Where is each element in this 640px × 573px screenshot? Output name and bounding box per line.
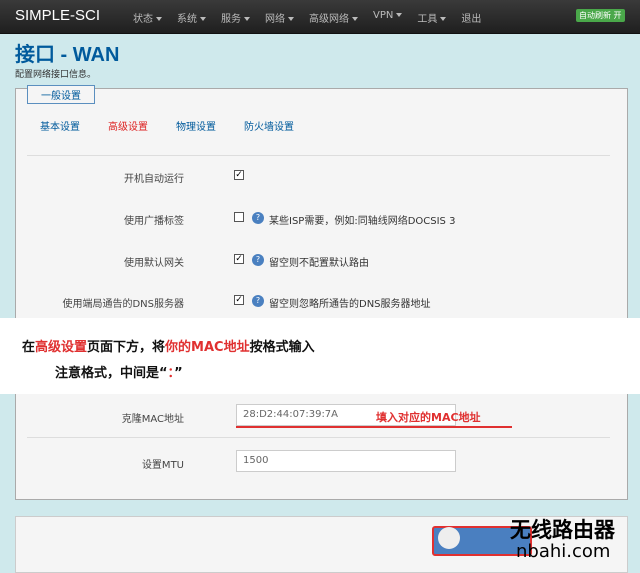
peer-dns-hint: 留空则忽略所通告的DNS服务器地址 [269,299,431,310]
help-icon: ? [252,254,264,266]
mac-annotation: 填入对应的MAC地址 [376,411,481,424]
chevron-down-icon [352,17,358,21]
tab-advanced[interactable]: 高级设置 [108,118,148,133]
instruction-banner [0,318,640,394]
instruction-line-2: 注意格式，中间是“：” [55,366,183,381]
divider [27,437,610,438]
autostart-label: 开机自动运行 [124,174,184,185]
chevron-down-icon [440,17,447,21]
page-description: 配置网络接口信息。 [15,70,97,80]
peer-dns-label: 使用端局通告的DNS服务器 [62,299,184,310]
mtu-input[interactable]: 1500 [236,450,456,472]
watermark-title: 无线路由器 [510,517,615,542]
chevron-down-icon [156,17,162,21]
divider [27,155,610,156]
tab-basic[interactable]: 基本设置 [40,118,80,133]
settings-panel [15,88,628,500]
chevron-down-icon [200,17,206,21]
chevron-down-icon [288,17,294,21]
menu-network[interactable]: 网络 [265,10,294,25]
brand-logo[interactable]: SIMPLE-SCI [15,7,100,24]
watermark-url: nbahi.com [516,541,611,562]
broadcast-flag-hint: 某些ISP需要，例如:同轴线网络DOCSIS 3 [269,216,456,227]
menu-vpn[interactable]: VPN [373,10,403,25]
default-gateway-hint: 留空则不配置默认路由 [269,258,369,269]
broadcast-flag-checkbox[interactable] [234,212,244,222]
autostart-checkbox[interactable]: ✓ [234,170,244,180]
clone-mac-label: 克隆MAC地址 [121,414,184,425]
menu-status[interactable]: 状态 [133,10,162,25]
broadcast-flag-label: 使用广播标签 [124,216,184,227]
menu-advanced-network[interactable]: 高级网络 [309,10,358,25]
instruction-line-1: 在高级设置页面下方，将你的MAC地址按格式输入 [22,340,315,355]
annotation-underline [236,426,512,428]
tab-physical[interactable]: 物理设置 [176,118,216,133]
tab-firewall[interactable]: 防火墙设置 [244,118,294,133]
peer-dns-checkbox[interactable]: ✓ [234,295,244,305]
mtu-label: 设置MTU [141,460,184,471]
auto-refresh-toggle[interactable]: 自动刷新 开 [576,9,625,22]
help-icon: ? [252,212,264,224]
main-menu: 状态 系统 服务 网络 高级网络 VPN 工具 退出 [133,10,496,25]
page-title: 接口 - WAN [15,44,120,66]
menu-tools[interactable]: 工具 [417,10,447,25]
default-gateway-label: 使用默认网关 [124,258,184,269]
chevron-down-icon [244,17,250,21]
section-legend: 一般设置 [27,85,95,104]
menu-system[interactable]: 系统 [177,10,206,25]
menu-services[interactable]: 服务 [221,10,250,25]
menu-logout[interactable]: 退出 [461,10,481,25]
default-gateway-checkbox[interactable]: ✓ [234,254,244,264]
settings-tabs: 基本设置 高级设置 物理设置 防火墙设置 [40,118,322,133]
help-icon: ? [252,295,264,307]
wechat-icon [438,527,460,549]
chevron-down-icon [396,13,403,17]
